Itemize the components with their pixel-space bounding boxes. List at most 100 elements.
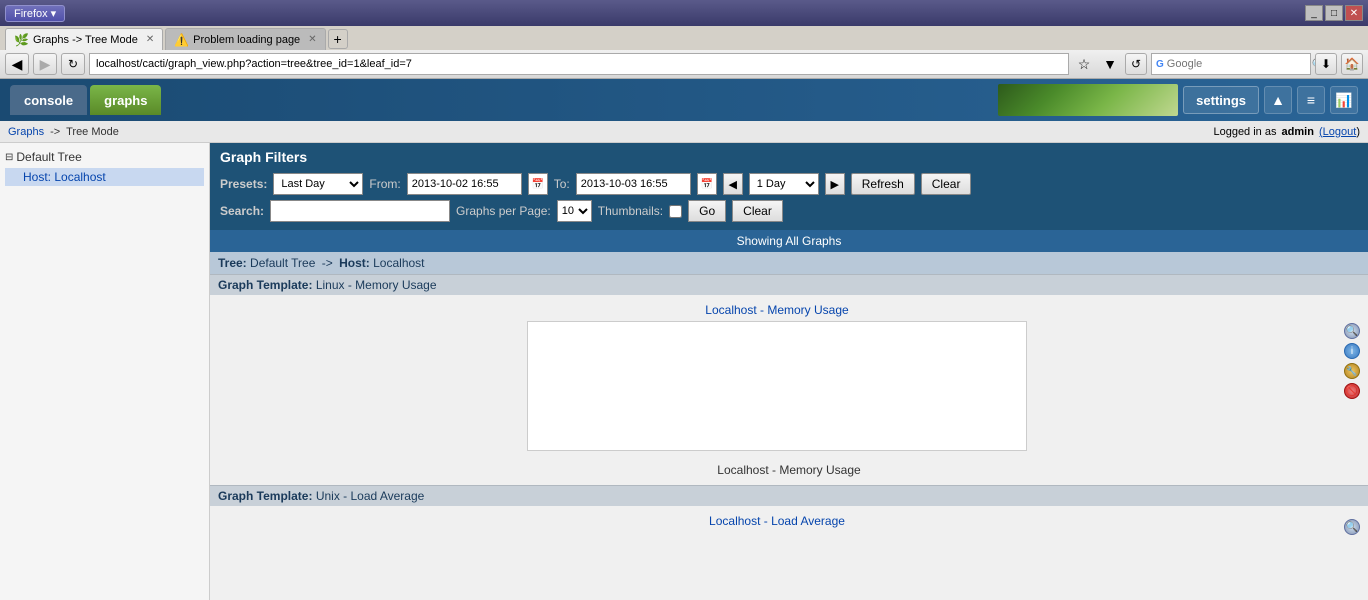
sidebar: ⊟ Default Tree Host: Localhost xyxy=(0,143,210,600)
back-button[interactable]: ◀ xyxy=(5,53,29,75)
presets-select[interactable]: Last Day xyxy=(273,173,363,195)
firefox-button[interactable]: Firefox ▾ xyxy=(5,5,65,22)
bookmark-button[interactable]: ▼ xyxy=(1099,53,1121,75)
breadcrumb-bar: Graphs -> Tree Mode Logged in as admin (… xyxy=(0,121,1368,143)
info-icon-1[interactable]: i xyxy=(1344,343,1360,359)
to-input[interactable] xyxy=(576,173,691,195)
graph-filters-title: Graph Filters xyxy=(220,149,1358,165)
tab-close-2[interactable]: ✕ xyxy=(308,34,316,45)
login-user: admin xyxy=(1282,126,1314,138)
search-box: G 🔍 xyxy=(1151,53,1311,75)
google-icon: G xyxy=(1156,59,1164,70)
host-name-text: Localhost xyxy=(373,256,424,270)
filter-row-2: Search: Graphs per Page: 10 20 50 Thumbn… xyxy=(220,200,1358,222)
graph-1-bottom-title: Localhost - Memory Usage xyxy=(210,459,1368,485)
from-input[interactable] xyxy=(407,173,522,195)
delete-icon-1[interactable]: 🚫 xyxy=(1344,383,1360,399)
sidebar-host-item[interactable]: Host: Localhost xyxy=(5,168,204,186)
template2-label: Graph Template: xyxy=(218,489,312,503)
nav-bar: ◀ ▶ ↻ ☆ ▼ ↺ G 🔍 ⬇ 🏠 xyxy=(0,50,1368,79)
breadcrumb: Graphs -> Tree Mode xyxy=(8,126,119,138)
graph-1-title-link[interactable]: Localhost - Memory Usage xyxy=(705,303,848,317)
tree-path-label: Tree: xyxy=(218,256,247,270)
cacti-logo xyxy=(998,84,1178,116)
new-tab-button[interactable]: + xyxy=(328,29,348,49)
graph-1-section: Localhost - Memory Usage 🔍 i 🔧 🚫 xyxy=(210,295,1368,459)
close-button[interactable]: ✕ xyxy=(1345,5,1363,21)
tab-problem[interactable]: ⚠️ Problem loading page ✕ xyxy=(165,28,325,50)
graph-1-content: Localhost - Memory Usage xyxy=(218,303,1336,451)
tab-label-2: Problem loading page xyxy=(193,34,300,46)
refresh-nav-button[interactable]: ↺ xyxy=(1125,53,1147,75)
graph-1-title-bottom: Localhost - Memory Usage xyxy=(717,463,860,477)
window-controls: _ □ ✕ xyxy=(1305,5,1363,21)
tree-name-text: Default Tree xyxy=(250,256,315,270)
login-info: Logged in as admin (Logout) xyxy=(1213,126,1360,138)
showing-bar: Showing All Graphs xyxy=(210,230,1368,252)
console-nav-button[interactable]: console xyxy=(10,85,87,115)
from-label: From: xyxy=(369,177,400,191)
star-button[interactable]: ☆ xyxy=(1073,53,1095,75)
clear-button-1[interactable]: Clear xyxy=(921,173,972,195)
graph-template-1-bar: Graph Template: Linux - Memory Usage xyxy=(210,274,1368,295)
tabs-bar: 🌿 Graphs -> Tree Mode ✕ ⚠️ Problem loadi… xyxy=(0,26,1368,50)
forward-button[interactable]: ▶ xyxy=(33,53,57,75)
sidebar-tree-root[interactable]: ⊟ Default Tree xyxy=(5,148,204,166)
browser-chrome: Firefox ▾ _ □ ✕ 🌿 Graphs -> Tree Mode ✕ … xyxy=(0,0,1368,79)
address-bar[interactable] xyxy=(89,53,1069,75)
magnify-icon-2[interactable]: 🔍 xyxy=(1344,519,1360,535)
graph-1-title: Localhost - Memory Usage xyxy=(218,303,1336,317)
showing-text: Showing All Graphs xyxy=(737,234,842,248)
next-interval-button[interactable]: ▶ xyxy=(825,173,845,195)
home-button[interactable]: 🏠 xyxy=(1341,53,1363,75)
to-calendar-button[interactable]: 📅 xyxy=(697,173,717,195)
tab-icon-warning: ⚠️ xyxy=(174,33,189,47)
go-button[interactable]: Go xyxy=(688,200,726,222)
tab-close-1[interactable]: ✕ xyxy=(146,34,154,45)
template2-name: Unix - Load Average xyxy=(316,489,425,503)
maximize-button[interactable]: □ xyxy=(1325,5,1343,21)
logout-link-text[interactable]: Logout xyxy=(1323,126,1357,138)
graph-1-icons: 🔍 i 🔧 🚫 xyxy=(1344,323,1360,399)
refresh-button[interactable]: Refresh xyxy=(851,173,915,195)
wrench-icon-1[interactable]: 🔧 xyxy=(1344,363,1360,379)
graph-2-title: Localhost - Load Average xyxy=(218,514,1336,528)
clear-button-2[interactable]: Clear xyxy=(732,200,783,222)
user-icon-button[interactable]: ▲ xyxy=(1264,86,1292,114)
sidebar-host-label: Host: Localhost xyxy=(23,170,106,184)
magnify-icon-1[interactable]: 🔍 xyxy=(1344,323,1360,339)
menu-icon-button[interactable]: ≡ xyxy=(1297,86,1325,114)
header-right: settings ▲ ≡ 📊 xyxy=(998,84,1358,116)
graphs-nav-button[interactable]: graphs xyxy=(90,85,161,115)
prev-interval-button[interactable]: ◀ xyxy=(723,173,743,195)
from-calendar-button[interactable]: 📅 xyxy=(528,173,548,195)
breadcrumb-arrow: -> xyxy=(50,126,60,138)
search-input[interactable] xyxy=(1167,58,1309,70)
breadcrumb-graphs-link[interactable]: Graphs xyxy=(8,126,44,138)
to-label: To: xyxy=(554,177,570,191)
search-label: Search: xyxy=(220,204,264,218)
host-label-text: Host: xyxy=(339,256,370,270)
app-header: console graphs settings ▲ ≡ 📊 xyxy=(0,79,1368,121)
breadcrumb-current: Tree Mode xyxy=(66,126,119,138)
app-container: console graphs settings ▲ ≡ 📊 Graphs -> … xyxy=(0,79,1368,558)
interval-select[interactable]: 1 Day xyxy=(749,173,819,195)
filter-row-1: Presets: Last Day From: 📅 To: 📅 ◀ 1 Day … xyxy=(220,173,1358,195)
presets-label: Presets: xyxy=(220,177,267,191)
downloads-button[interactable]: ⬇ xyxy=(1315,53,1337,75)
graph-2-title-link[interactable]: Localhost - Load Average xyxy=(709,514,845,528)
reload-button[interactable]: ↻ xyxy=(61,53,85,75)
settings-nav-button[interactable]: settings xyxy=(1183,86,1259,114)
tree-info-bar: Tree: Default Tree -> Host: Localhost xyxy=(210,252,1368,274)
minimize-button[interactable]: _ xyxy=(1305,5,1323,21)
thumbnails-checkbox[interactable] xyxy=(669,205,682,218)
per-page-label: Graphs per Page: xyxy=(456,204,551,218)
chart-icon-button[interactable]: 📊 xyxy=(1330,86,1358,114)
app-nav-buttons: console graphs xyxy=(10,85,161,115)
content-area: Graph Filters Presets: Last Day From: 📅 … xyxy=(210,143,1368,600)
graph-2-icons: 🔍 xyxy=(1344,519,1360,535)
per-page-select[interactable]: 10 20 50 xyxy=(557,200,592,222)
template1-label: Graph Template: xyxy=(218,278,312,292)
tab-graphs-tree[interactable]: 🌿 Graphs -> Tree Mode ✕ xyxy=(5,28,163,50)
search-field[interactable] xyxy=(270,200,450,222)
